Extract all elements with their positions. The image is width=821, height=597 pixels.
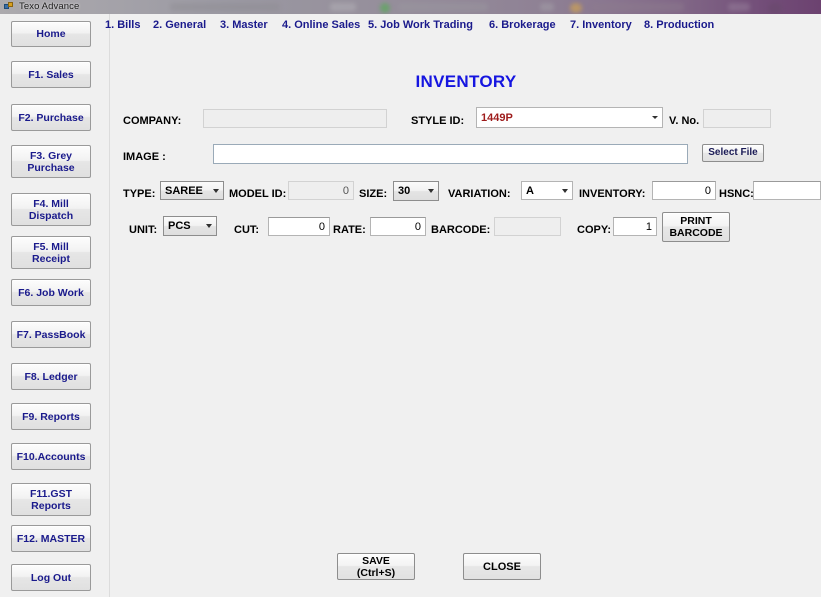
- menu-item-inventory[interactable]: 7. Inventory: [570, 18, 632, 32]
- close-button[interactable]: CLOSE: [463, 553, 541, 580]
- sidebar-item-accounts[interactable]: F10.Accounts: [11, 443, 91, 470]
- size-label: SIZE:: [359, 188, 388, 200]
- menu-item-production[interactable]: 8. Production: [644, 18, 714, 32]
- v-no-label: V. No.: [669, 115, 700, 127]
- copy-input[interactable]: [613, 217, 657, 236]
- rate-input[interactable]: [370, 217, 426, 236]
- inventory-input[interactable]: [652, 181, 716, 200]
- size-combobox[interactable]: 30: [393, 181, 439, 201]
- sidebar-item-grey-purchase[interactable]: F3. Grey Purchase: [11, 145, 91, 178]
- barcode-label: BARCODE:: [431, 224, 491, 236]
- menu-item-master[interactable]: 3. Master: [220, 18, 268, 32]
- type-value: SAREE: [165, 184, 203, 197]
- inventory-label: INVENTORY:: [579, 188, 646, 200]
- rate-label: RATE:: [333, 224, 366, 236]
- menu-item-general[interactable]: 2. General: [153, 18, 206, 32]
- titlebar-ghost-8: [728, 3, 750, 11]
- print-barcode-button[interactable]: PRINT BARCODE: [662, 212, 730, 242]
- style-id-label: STYLE ID:: [411, 115, 465, 127]
- left-sidebar: Home F1. Sales F2. Purchase F3. Grey Pur…: [0, 14, 110, 597]
- titlebar-ghost-4: [398, 3, 488, 11]
- sidebar-item-ledger[interactable]: F8. Ledger: [11, 363, 91, 390]
- style-id-combobox[interactable]: 1449P: [476, 107, 663, 128]
- v-no-input[interactable]: [703, 109, 771, 128]
- variation-combobox[interactable]: A: [521, 181, 573, 200]
- unit-label: UNIT:: [129, 224, 158, 236]
- chevron-down-icon: [213, 188, 219, 193]
- titlebar-ghost-5: [540, 3, 554, 11]
- unit-value: PCS: [168, 220, 191, 232]
- model-id-label: MODEL ID:: [229, 188, 287, 200]
- titlebar-ghost-2: [330, 3, 356, 11]
- chevron-down-icon: [206, 224, 212, 228]
- variation-value: A: [526, 184, 534, 197]
- titlebar-ghost-7: [592, 3, 684, 11]
- type-label: TYPE:: [123, 188, 156, 200]
- copy-label: COPY:: [577, 224, 612, 236]
- hsnc-label: HSNC:: [719, 188, 754, 200]
- sidebar-item-sales[interactable]: F1. Sales: [11, 61, 91, 88]
- image-label: IMAGE :: [123, 151, 166, 163]
- titlebar-ghost-1: [170, 3, 280, 11]
- titlebar-ghost-6: [570, 3, 582, 13]
- window-titlebar[interactable]: Texo Advance: [0, 0, 821, 14]
- app-window-icon: [4, 2, 14, 12]
- sidebar-item-log-out[interactable]: Log Out: [11, 564, 91, 591]
- save-button[interactable]: SAVE (Ctrl+S): [337, 553, 415, 580]
- barcode-input[interactable]: [494, 217, 561, 236]
- sidebar-item-mill-dispatch[interactable]: F4. Mill Dispatch: [11, 193, 91, 226]
- image-path-input[interactable]: [213, 144, 688, 164]
- type-combobox[interactable]: SAREE: [160, 181, 224, 200]
- sidebar-item-home[interactable]: Home: [11, 21, 91, 47]
- chevron-down-icon: [562, 188, 568, 193]
- size-value: 30: [398, 185, 411, 197]
- main-window: Home F1. Sales F2. Purchase F3. Grey Pur…: [0, 14, 821, 597]
- chevron-down-icon: [428, 189, 434, 193]
- sidebar-item-master[interactable]: F12. MASTER: [11, 525, 91, 552]
- cut-input[interactable]: [268, 217, 330, 236]
- window-title: Texo Advance: [19, 1, 80, 12]
- sidebar-item-gst-reports[interactable]: F11.GST Reports: [11, 483, 91, 516]
- menu-item-job-work-trading[interactable]: 5. Job Work Trading: [368, 18, 473, 32]
- top-menubar: 1. Bills 2. General 3. Master 4. Online …: [105, 14, 821, 36]
- page-title: INVENTORY: [415, 72, 517, 91]
- select-file-button[interactable]: Select File: [702, 144, 764, 162]
- company-input[interactable]: [203, 109, 387, 128]
- menu-item-brokerage[interactable]: 6. Brokerage: [489, 18, 556, 32]
- cut-label: CUT:: [234, 224, 260, 236]
- chevron-down-icon: [652, 115, 658, 119]
- model-id-input[interactable]: [288, 181, 354, 200]
- variation-label: VARIATION:: [448, 188, 511, 200]
- unit-combobox[interactable]: PCS: [163, 216, 217, 236]
- sidebar-item-purchase[interactable]: F2. Purchase: [11, 104, 91, 131]
- sidebar-item-passbook[interactable]: F7. PassBook: [11, 321, 91, 348]
- menu-item-bills[interactable]: 1. Bills: [105, 18, 140, 32]
- style-id-value: 1449P: [481, 111, 513, 124]
- sidebar-item-job-work[interactable]: F6. Job Work: [11, 279, 91, 306]
- inventory-form: INVENTORY COMPANY: STYLE ID: 1449P V. No…: [111, 36, 821, 597]
- hsnc-input[interactable]: [753, 181, 821, 200]
- sidebar-item-mill-receipt[interactable]: F5. Mill Receipt: [11, 236, 91, 269]
- menu-item-online-sales[interactable]: 4. Online Sales: [282, 18, 360, 32]
- sidebar-item-reports[interactable]: F9. Reports: [11, 403, 91, 430]
- company-label: COMPANY:: [123, 115, 182, 127]
- titlebar-ghost-3: [380, 3, 390, 13]
- titlebar-ghost-9: [768, 3, 782, 14]
